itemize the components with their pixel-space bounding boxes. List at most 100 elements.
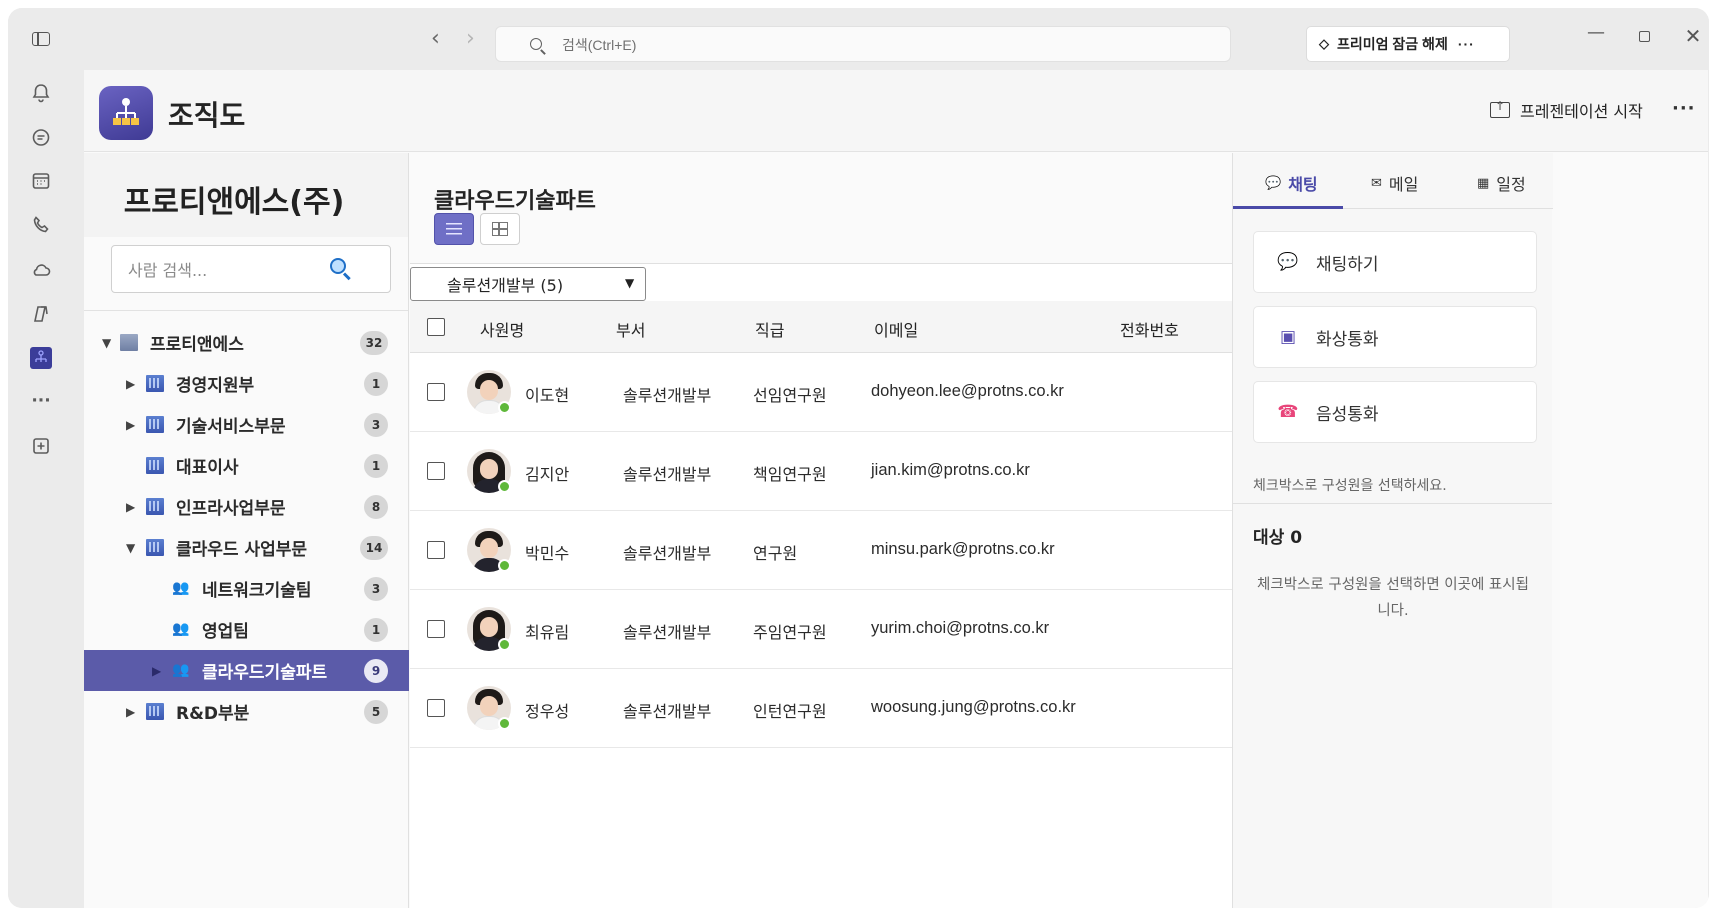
team-icon: 👥 bbox=[172, 662, 190, 678]
tab-schedule[interactable]: ▦ 일정 bbox=[1477, 171, 1526, 195]
phone-icon[interactable] bbox=[30, 214, 52, 236]
row-checkbox[interactable] bbox=[427, 383, 445, 401]
global-search-bar[interactable] bbox=[495, 26, 1231, 62]
premium-unlock-button[interactable]: ◇ 프리미엄 잠금 해제 ··· bbox=[1306, 26, 1510, 62]
avatar[interactable] bbox=[467, 528, 511, 572]
list-view-button[interactable] bbox=[434, 213, 474, 245]
divider bbox=[410, 263, 1232, 264]
tree-node[interactable]: ▶ 👥 클라우드기술파트 9 bbox=[84, 650, 409, 691]
start-presentation-button[interactable]: 프레젠테이션 시작 bbox=[1490, 98, 1643, 122]
bell-icon[interactable] bbox=[30, 82, 52, 104]
member-email[interactable]: minsu.park@protns.co.kr bbox=[871, 540, 1055, 559]
column-header-dept[interactable]: 부서 bbox=[616, 317, 645, 341]
avatar[interactable] bbox=[467, 449, 511, 493]
member-email[interactable]: yurim.choi@protns.co.kr bbox=[871, 619, 1049, 638]
sidebar-toggle-icon[interactable] bbox=[32, 32, 50, 46]
chat-icon[interactable] bbox=[30, 127, 52, 149]
close-icon[interactable]: ✕ bbox=[1678, 24, 1708, 48]
minimize-icon[interactable]: — bbox=[1581, 22, 1611, 43]
presence-online-icon bbox=[498, 401, 511, 414]
tree-node[interactable]: ▼ 클라우드 사업부문 14 bbox=[84, 527, 409, 568]
avatar[interactable] bbox=[467, 686, 511, 730]
member-count-badge: 3 bbox=[364, 412, 388, 437]
member-dept: 솔루션개발부 bbox=[623, 386, 712, 405]
tree-node[interactable]: ▶ R&D부분 5 bbox=[84, 691, 409, 732]
tab-chat[interactable]: 💬 채팅 bbox=[1265, 171, 1318, 195]
avatar[interactable] bbox=[467, 607, 511, 651]
tree-node[interactable]: 👥 네트워크기술팀 3 bbox=[84, 568, 409, 609]
caret-right-icon[interactable]: ▶ bbox=[126, 500, 138, 514]
column-header-name[interactable]: 사원명 bbox=[480, 317, 524, 341]
row-checkbox[interactable] bbox=[427, 462, 445, 480]
tree-node[interactable]: ▶ 기술서비스부문 3 bbox=[84, 404, 409, 445]
caret-right-icon[interactable]: ▶ bbox=[126, 377, 138, 391]
column-header-phone[interactable]: 전화번호 bbox=[1120, 317, 1179, 341]
member-email[interactable]: woosung.jung@protns.co.kr bbox=[871, 698, 1076, 717]
table-row[interactable]: 박민수 솔루션개발부 연구원 minsu.park@protns.co.kr bbox=[410, 511, 1232, 590]
tree-node[interactable]: 👥 영업팀 1 bbox=[84, 609, 409, 650]
member-name[interactable]: 박민수 bbox=[525, 540, 569, 564]
column-header-email[interactable]: 이메일 bbox=[874, 317, 918, 341]
chevron-down-icon: ▼ bbox=[625, 276, 635, 290]
start-chat-button[interactable]: 💬 채팅하기 bbox=[1253, 231, 1537, 293]
voice-call-button[interactable]: ☎ 음성통화 bbox=[1253, 381, 1537, 443]
member-name[interactable]: 이도현 bbox=[525, 382, 569, 406]
member-name[interactable]: 최유림 bbox=[525, 619, 569, 643]
row-checkbox[interactable] bbox=[427, 699, 445, 717]
table-header: 사원명 부서 직급 이메일 전화번호 bbox=[410, 301, 1232, 353]
back-arrow-icon[interactable]: ‹ bbox=[431, 28, 440, 50]
tree-node-label: R&D부분 bbox=[176, 704, 250, 724]
premium-more-icon[interactable]: ··· bbox=[1458, 36, 1475, 52]
department-select[interactable]: 솔루션개발부 (5) ▼ bbox=[410, 267, 646, 301]
row-checkbox[interactable] bbox=[427, 620, 445, 638]
tab-mail[interactable]: ✉ 메일 bbox=[1371, 171, 1418, 195]
forward-arrow-icon[interactable]: › bbox=[466, 28, 475, 50]
add-app-icon[interactable] bbox=[30, 435, 52, 457]
grid-view-button[interactable] bbox=[480, 213, 520, 245]
people-search-box[interactable] bbox=[111, 245, 391, 293]
target-count: 대상 0 bbox=[1253, 528, 1303, 548]
table-row[interactable]: 정우성 솔루션개발부 인턴연구원 woosung.jung@protns.co.kr bbox=[410, 669, 1232, 748]
more-icon[interactable]: ··· bbox=[30, 390, 52, 412]
search-icon[interactable] bbox=[330, 258, 346, 274]
table-row[interactable]: 김지안 솔루션개발부 책임연구원 jian.kim@protns.co.kr bbox=[410, 432, 1232, 511]
tree-node[interactable]: ▶ 인프라사업부문 8 bbox=[84, 486, 409, 527]
tree-node[interactable]: ▼ 프로티앤에스 32 bbox=[84, 322, 409, 363]
building-icon bbox=[146, 457, 164, 474]
caret-right-icon[interactable]: ▶ bbox=[126, 705, 138, 719]
cloud-icon[interactable] bbox=[30, 259, 52, 281]
member-email[interactable]: dohyeon.lee@protns.co.kr bbox=[871, 382, 1064, 401]
member-email[interactable]: jian.kim@protns.co.kr bbox=[871, 461, 1030, 480]
column-header-rank[interactable]: 직급 bbox=[755, 317, 784, 341]
row-checkbox[interactable] bbox=[427, 541, 445, 559]
video-call-button[interactable]: ▣ 화상통화 bbox=[1253, 306, 1537, 368]
caret-down-icon[interactable]: ▼ bbox=[102, 336, 114, 350]
building-icon bbox=[120, 334, 138, 351]
maximize-icon[interactable] bbox=[1629, 26, 1659, 47]
people-search-input[interactable] bbox=[128, 259, 318, 281]
org-chart-app-icon[interactable] bbox=[30, 347, 52, 369]
caret-right-icon[interactable]: ▶ bbox=[152, 664, 164, 678]
app-window: ‹ › ◇ 프리미엄 잠금 해제 ··· — ✕ bbox=[8, 8, 1709, 908]
member-count-badge: 1 bbox=[364, 617, 388, 642]
global-search-input[interactable] bbox=[562, 35, 1162, 55]
member-name[interactable]: 김지안 bbox=[525, 461, 569, 485]
chat-bubble-icon: 💬 bbox=[1265, 175, 1282, 191]
avatar[interactable] bbox=[467, 370, 511, 414]
select-all-checkbox[interactable] bbox=[427, 318, 445, 336]
tree-node[interactable]: 대표이사 1 bbox=[84, 445, 409, 486]
copilot-icon[interactable] bbox=[30, 303, 52, 325]
table-row[interactable]: 이도현 솔루션개발부 선임연구원 dohyeon.lee@protns.co.kr bbox=[410, 353, 1232, 432]
member-name[interactable]: 정우성 bbox=[525, 698, 569, 722]
tab-mail-label: 메일 bbox=[1388, 175, 1419, 194]
header-more-icon[interactable]: ··· bbox=[1672, 98, 1696, 119]
tab-schedule-label: 일정 bbox=[1496, 175, 1526, 194]
department-select-value: 솔루션개발부 (5) bbox=[447, 276, 564, 295]
caret-down-icon[interactable]: ▼ bbox=[126, 541, 138, 555]
tree-node[interactable]: ▶ 경영지원부 1 bbox=[84, 363, 409, 404]
member-count-badge: 1 bbox=[364, 371, 388, 396]
calendar-icon[interactable] bbox=[30, 170, 52, 192]
table-row[interactable]: 최유림 솔루션개발부 주임연구원 yurim.choi@protns.co.kr bbox=[410, 590, 1232, 669]
caret-right-icon[interactable]: ▶ bbox=[126, 418, 138, 432]
tree-node-label: 영업팀 bbox=[202, 622, 249, 642]
